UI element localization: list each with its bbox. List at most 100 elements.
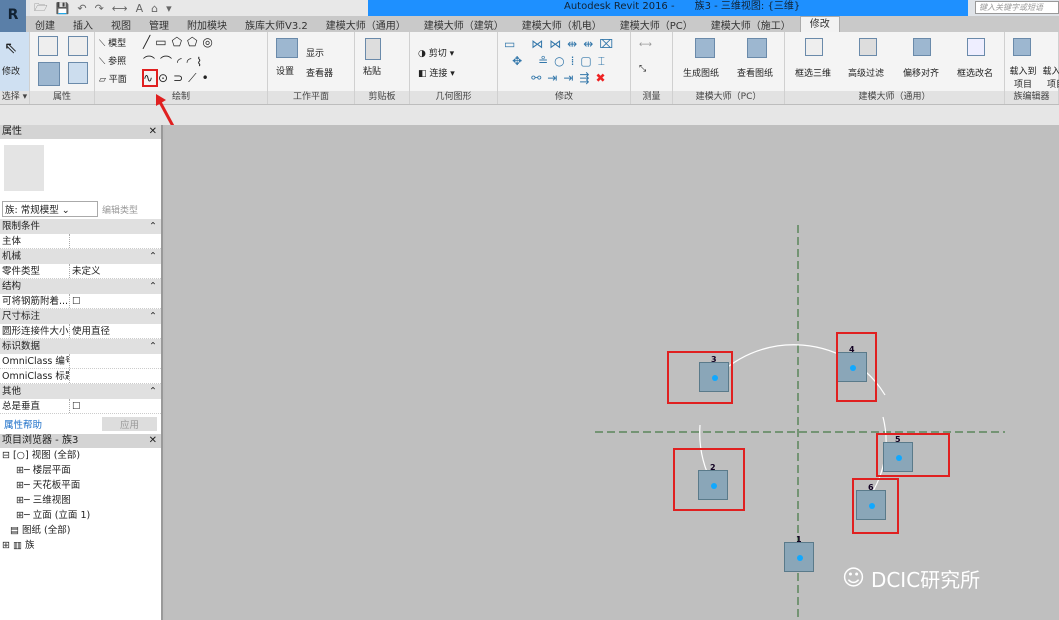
redo-icon[interactable]: ↷ (95, 2, 104, 15)
undo-icon[interactable]: ↶ (77, 2, 86, 15)
type-selector[interactable]: 族: 常规模型 ⌄ (2, 201, 98, 217)
view-sheets-icon[interactable] (747, 38, 767, 58)
model-line-button[interactable]: ⟍ 模型 (99, 36, 126, 49)
property-value[interactable] (70, 354, 72, 368)
family-types-icon[interactable] (68, 36, 88, 56)
property-row[interactable]: 零件类型 未定义 (0, 264, 161, 279)
modify-button[interactable]: ⇖ 修改 选择 ▾ (0, 32, 30, 104)
paste-button[interactable]: 粘贴 (363, 64, 381, 77)
plane-button[interactable]: ▱ 平面 (99, 72, 127, 85)
measure-icon[interactable]: ⟷ (112, 2, 128, 15)
generate-sheets-icon[interactable] (695, 38, 715, 58)
view-sheets-button[interactable]: 查看图纸 (737, 66, 773, 79)
collapse-icon[interactable]: ⌃ (149, 249, 157, 264)
select-dropdown[interactable]: 选择 ▾ (0, 91, 29, 104)
point-1[interactable] (784, 542, 814, 572)
save-icon[interactable]: 💾 (56, 2, 70, 15)
join-button[interactable]: ◧ 连接 ▾ (418, 66, 455, 79)
set-workplane-icon[interactable] (276, 38, 298, 58)
tab-create[interactable]: 创建 (26, 17, 64, 32)
search-input[interactable]: 键入关键字或短语 (975, 1, 1059, 14)
highlight-box (852, 478, 899, 534)
apply-button[interactable]: 应用 (102, 417, 157, 431)
edit-type-button[interactable]: 编辑类型 (102, 203, 138, 216)
collapse-icon[interactable]: ⌃ (149, 219, 157, 234)
show-button[interactable]: 显示 (306, 46, 324, 59)
property-row[interactable]: 可将钢筋附着... ☐ (0, 294, 161, 309)
type-properties-icon[interactable] (68, 62, 88, 84)
tab-bim-mep[interactable]: 建模大师（机电） (513, 17, 611, 32)
tree-3d-views[interactable]: ⊞─ 三维视图 (2, 493, 161, 508)
tree-views[interactable]: ⊟ [○] 视图 (全部) (2, 448, 161, 463)
property-row[interactable]: 圆形连接件大小 使用直径 (0, 324, 161, 339)
property-row[interactable]: OmniClass 编号 (0, 354, 161, 369)
tab-modify[interactable]: 修改 (799, 16, 840, 32)
property-group[interactable]: 尺寸标注 ⌃ (0, 309, 161, 324)
property-group[interactable]: 机械 ⌃ (0, 249, 161, 264)
tab-bim-pc[interactable]: 建模大师（PC） (611, 17, 702, 32)
tab-bim-general[interactable]: 建模大师（通用） (317, 17, 415, 32)
tab-manage[interactable]: 管理 (140, 17, 178, 32)
tab-family-library[interactable]: 族库大师V3.2 (236, 17, 317, 32)
tab-insert[interactable]: 插入 (64, 17, 102, 32)
property-group[interactable]: 其他 ⌃ (0, 384, 161, 399)
set-label[interactable]: 设置 (276, 64, 294, 77)
family-category-icon[interactable] (38, 36, 58, 56)
property-group[interactable]: 限制条件 ⌃ (0, 219, 161, 234)
load-into-project-button[interactable]: 载入到项目 (1008, 64, 1038, 90)
tree-elevations[interactable]: ⊞─ 立面 (立面 1) (2, 508, 161, 523)
property-value[interactable]: 未定义 (70, 264, 101, 278)
collapse-icon[interactable]: ⌃ (149, 339, 157, 354)
load-and-close-button[interactable]: 载入到项目 (1041, 64, 1059, 90)
property-group[interactable]: 标识数据 ⌃ (0, 339, 161, 354)
cut-button[interactable]: ◑ 剪切 ▾ (418, 46, 454, 59)
reference-line-button[interactable]: ⟍ 参照 (99, 54, 126, 67)
property-value[interactable] (70, 369, 72, 383)
property-group[interactable]: 结构 ⌃ (0, 279, 161, 294)
property-key: OmniClass 标题 (2, 369, 70, 383)
properties-help-link[interactable]: 属性帮助 (4, 417, 42, 431)
collapse-icon[interactable]: ⌃ (149, 309, 157, 324)
close-icon[interactable]: ✕ (149, 125, 157, 139)
property-value[interactable]: ☐ (70, 399, 81, 413)
tree-families[interactable]: ⊞ ▥ 族 (2, 538, 161, 553)
3d-view-icon[interactable]: ⌂ (151, 2, 158, 15)
modify-tools[interactable]: ▭ ⋈⋈⇹⇹⌧ ✥ ≗○⁞▢⌶ ⚯⇥⇥⇶✖ (504, 36, 619, 87)
tab-addins[interactable]: 附加模块 (178, 17, 236, 32)
collapse-icon[interactable]: ⌃ (149, 279, 157, 294)
arc-tools[interactable]: ⌒⌒◜◜⌇ (143, 53, 207, 70)
property-row[interactable]: OmniClass 标题 (0, 369, 161, 384)
property-row[interactable]: 主体 (0, 234, 161, 249)
tree-ceiling-plans[interactable]: ⊞─ 天花板平面 (2, 478, 161, 493)
measure-icon[interactable]: ⤡ (639, 64, 646, 74)
property-key: 圆形连接件大小 (2, 324, 70, 338)
application-menu-button[interactable]: R (0, 0, 26, 34)
tree-floor-plans[interactable]: ⊞─ 楼层平面 (2, 463, 161, 478)
aligned-dimension-icon[interactable]: ⟷ (639, 40, 652, 50)
box-rename-button[interactable]: 框选改名 (957, 66, 993, 79)
viewer-button[interactable]: 查看器 (306, 66, 333, 79)
more-icon[interactable]: ▾ (166, 2, 172, 15)
line-shape-tools[interactable]: ╱▭⬠⬠◎ (143, 35, 218, 49)
offset-align-button[interactable]: 偏移对齐 (903, 66, 939, 79)
tree-sheets[interactable]: ▤ 图纸 (全部) (2, 523, 161, 538)
close-icon[interactable]: ✕ (149, 434, 157, 448)
tab-bim-construction[interactable]: 建模大师（施工） (702, 17, 800, 32)
collapse-icon[interactable]: ⌃ (149, 384, 157, 399)
property-value[interactable]: 使用直径 (70, 324, 110, 338)
tab-view[interactable]: 视图 (102, 17, 140, 32)
geometry-panel-label: 几何图形 (410, 91, 497, 104)
property-value[interactable]: ☐ (70, 294, 81, 308)
open-icon[interactable]: 🗁 (34, 0, 48, 18)
properties-icon[interactable] (38, 62, 60, 86)
load-into-project-icon[interactable] (1013, 38, 1031, 56)
property-value[interactable] (70, 234, 72, 248)
advanced-filter-button[interactable]: 高级过滤 (848, 66, 884, 79)
paste-icon[interactable] (365, 38, 381, 60)
tab-bim-arch[interactable]: 建模大师（建筑） (415, 17, 513, 32)
property-row[interactable]: 总是垂直 ☐ (0, 399, 161, 414)
box-select-3d-button[interactable]: 框选三维 (795, 66, 831, 79)
generate-sheets-button[interactable]: 生成图纸 (683, 66, 719, 79)
drawing-canvas[interactable]: 3 4 2 5 6 1 (165, 125, 1059, 620)
text-icon[interactable]: A (136, 2, 144, 15)
